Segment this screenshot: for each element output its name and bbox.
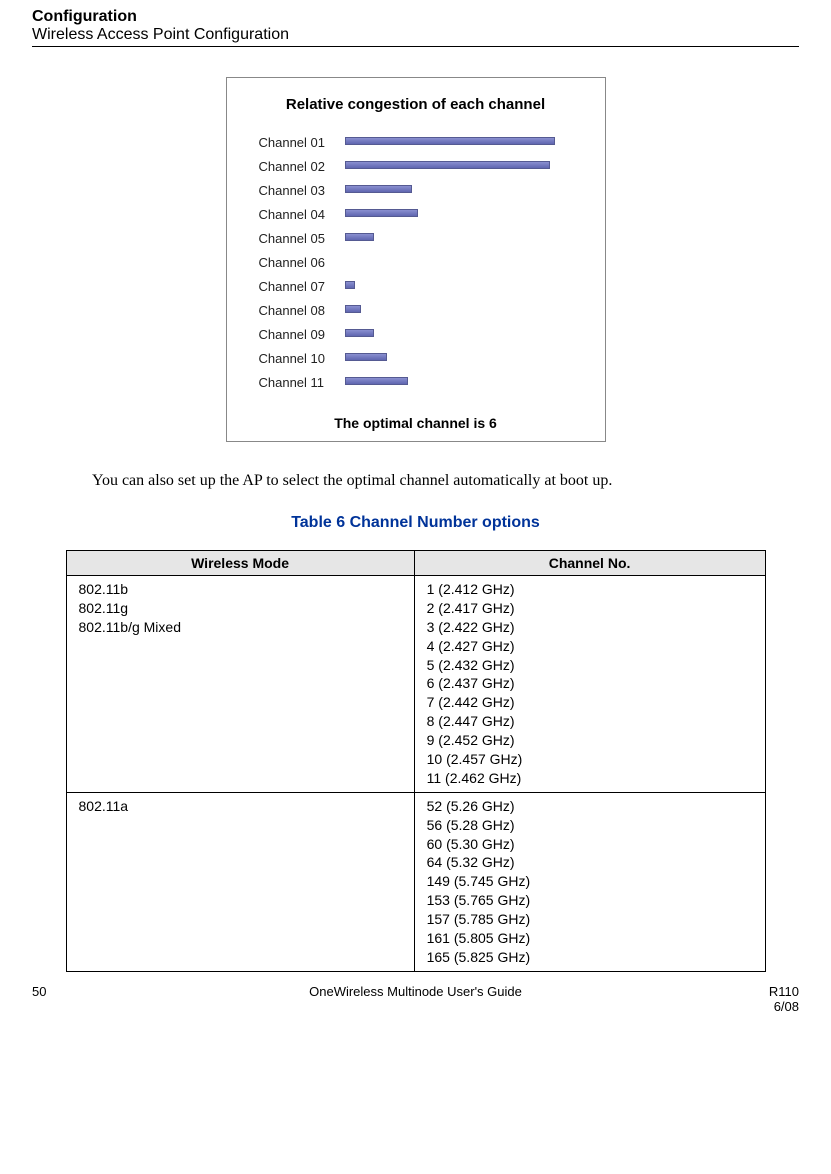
- chart-bar-area: [345, 279, 565, 293]
- chart-row-label: Channel 06: [259, 255, 345, 270]
- chart-row-label: Channel 08: [259, 303, 345, 318]
- table-header-mode: Wireless Mode: [66, 551, 414, 576]
- chart-bar-area: [345, 351, 565, 365]
- chart-rows: Channel 01 Channel 02 Channel 03 Channel 04…: [259, 131, 591, 393]
- chart-row-label: Channel 09: [259, 327, 345, 342]
- footer-center: OneWireless Multinode User's Guide: [32, 984, 799, 999]
- chart-row: Channel 09: [259, 323, 591, 345]
- footer-date: 6/08: [774, 999, 799, 1014]
- chart-row-label: Channel 03: [259, 183, 345, 198]
- chart-row: Channel 03: [259, 179, 591, 201]
- chart-bar: [345, 353, 387, 361]
- chart-row-label: Channel 07: [259, 279, 345, 294]
- chart-row: Channel 11: [259, 371, 591, 393]
- cell-channels: 1 (2.412 GHz) 2 (2.417 GHz) 3 (2.422 GHz…: [414, 576, 765, 793]
- chart-row: Channel 08: [259, 299, 591, 321]
- chart-bar: [345, 377, 408, 385]
- table-header-row: Wireless Mode Channel No.: [66, 551, 765, 576]
- chart-row-label: Channel 05: [259, 231, 345, 246]
- chart-title: Relative congestion of each channel: [241, 96, 591, 113]
- cell-channels: 52 (5.26 GHz) 56 (5.28 GHz) 60 (5.30 GHz…: [414, 792, 765, 971]
- chart-bar: [345, 329, 374, 337]
- chart-bar-area: [345, 231, 565, 245]
- table-header-channel: Channel No.: [414, 551, 765, 576]
- cell-mode: 802.11a: [66, 792, 414, 971]
- chart-bar: [345, 209, 419, 217]
- chart-bar-area: [345, 375, 565, 389]
- chart-row: Channel 04: [259, 203, 591, 225]
- channel-table: Wireless Mode Channel No. 802.11b 802.11…: [66, 550, 766, 972]
- chart-row: Channel 02: [259, 155, 591, 177]
- chart-bar-area: [345, 327, 565, 341]
- chart-row: Channel 10: [259, 347, 591, 369]
- chart-row: Channel 06: [259, 251, 591, 273]
- table-caption: Table 6 Channel Number options: [32, 514, 799, 532]
- chart-row-label: Channel 01: [259, 135, 345, 150]
- chart-row-label: Channel 04: [259, 207, 345, 222]
- chart-row: Channel 07: [259, 275, 591, 297]
- footer-revision: R110: [769, 984, 799, 999]
- table-row: 802.11b 802.11g 802.11b/g Mixed 1 (2.412…: [66, 576, 765, 793]
- chart-row-label: Channel 02: [259, 159, 345, 174]
- chart-row-label: Channel 11: [259, 375, 345, 390]
- chart-bar: [345, 137, 555, 145]
- chart-bar-area: [345, 159, 565, 173]
- cell-mode: 802.11b 802.11g 802.11b/g Mixed: [66, 576, 414, 793]
- chart-bar-area: [345, 303, 565, 317]
- table-row: 802.11a 52 (5.26 GHz) 56 (5.28 GHz) 60 (…: [66, 792, 765, 971]
- chart-bar: [345, 185, 412, 193]
- footer-right: R110 6/08: [769, 984, 799, 1014]
- page-header: Configuration Wireless Access Point Conf…: [32, 0, 799, 44]
- chart-row-label: Channel 10: [259, 351, 345, 366]
- chart-bar: [345, 281, 356, 289]
- chart-bar-area: [345, 255, 565, 269]
- header-title: Configuration: [32, 8, 799, 26]
- chart-row: Channel 05: [259, 227, 591, 249]
- chart-bar-area: [345, 135, 565, 149]
- chart-footer: The optimal channel is 6: [241, 415, 591, 431]
- chart-bar-area: [345, 183, 565, 197]
- congestion-chart: Relative congestion of each channel Chan…: [226, 77, 606, 442]
- chart-bar: [345, 305, 362, 313]
- chart-bar: [345, 161, 551, 169]
- chart-row: Channel 01: [259, 131, 591, 153]
- body-paragraph: You can also set up the AP to select the…: [92, 472, 799, 490]
- page-footer: 50 OneWireless Multinode User's Guide R1…: [32, 984, 799, 1024]
- chart-bar: [345, 233, 374, 241]
- chart-bar-area: [345, 207, 565, 221]
- header-divider: [32, 46, 799, 47]
- header-subtitle: Wireless Access Point Configuration: [32, 26, 799, 44]
